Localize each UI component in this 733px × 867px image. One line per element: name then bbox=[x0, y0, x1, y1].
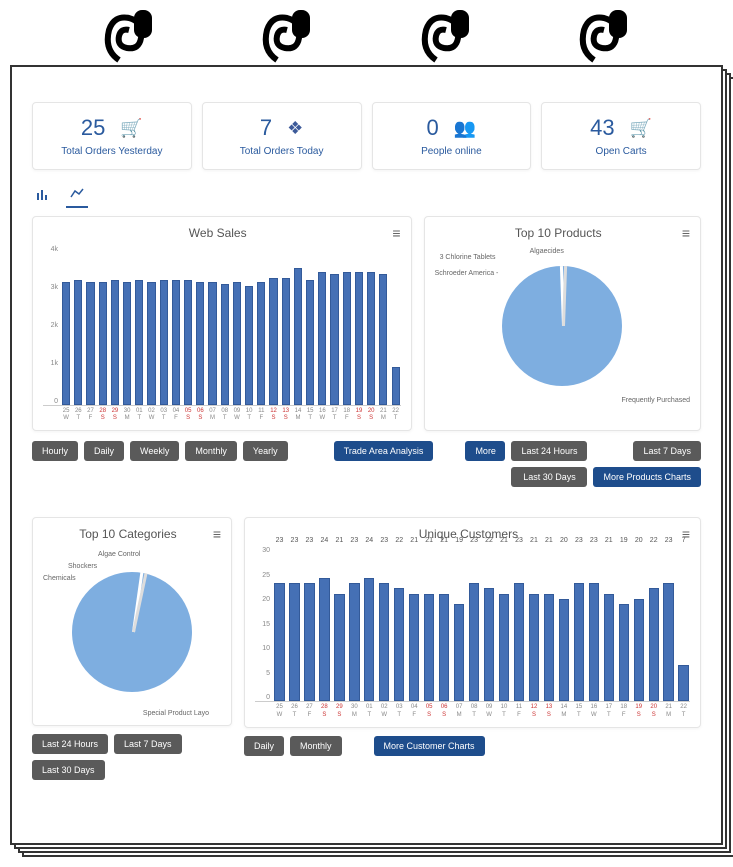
stats-row: 25 🛒 Total Orders Yesterday 7 ❖ Total Orde… bbox=[32, 102, 701, 170]
pie-label: Special Product Layo bbox=[136, 710, 216, 717]
cart-icon: 🛒 bbox=[120, 118, 142, 139]
chart-menu-icon[interactable]: ≡ bbox=[213, 526, 221, 542]
stat-value: 25 bbox=[81, 115, 105, 141]
pie-label: Frequently Purchased bbox=[622, 397, 690, 404]
last-24h-button[interactable]: Last 24 Hours bbox=[511, 441, 587, 461]
stat-value: 0 bbox=[427, 115, 439, 141]
stat-value: 43 bbox=[590, 115, 614, 141]
stat-label: People online bbox=[385, 146, 519, 157]
pie-chart bbox=[72, 572, 192, 692]
pie-label: Schroeder America - bbox=[435, 270, 499, 277]
hourly-button[interactable]: Hourly bbox=[32, 441, 78, 461]
chart-title: Unique Customers bbox=[255, 527, 682, 541]
pie-label: Chemicals bbox=[43, 575, 76, 582]
monthly-button[interactable]: Monthly bbox=[290, 736, 342, 756]
cart-icon: 🛒 bbox=[630, 118, 652, 139]
stat-label: Open Carts bbox=[554, 146, 688, 157]
last-7d-button[interactable]: Last 7 Days bbox=[114, 734, 182, 754]
dashboard-page: 25 🛒 Total Orders Yesterday 7 ❖ Total Orde… bbox=[10, 65, 723, 845]
last-7d-button[interactable]: Last 7 Days bbox=[633, 441, 701, 461]
stat-value: 7 bbox=[260, 115, 272, 141]
chart-menu-icon[interactable]: ≡ bbox=[682, 225, 690, 241]
last-30d-button[interactable]: Last 30 Days bbox=[32, 760, 105, 780]
more-customer-button[interactable]: More Customer Charts bbox=[374, 736, 485, 756]
monthly-button[interactable]: Monthly bbox=[185, 441, 237, 461]
stat-people-online[interactable]: 0 👥 People online bbox=[372, 102, 532, 170]
chart-title: Top 10 Products bbox=[435, 226, 682, 240]
chart-menu-icon[interactable]: ≡ bbox=[392, 225, 400, 241]
pie-label: Shockers bbox=[68, 563, 97, 570]
daily-button[interactable]: Daily bbox=[244, 736, 284, 756]
last-24h-button[interactable]: Last 24 Hours bbox=[32, 734, 108, 754]
stat-label: Total Orders Yesterday bbox=[45, 146, 179, 157]
bar-chart-icon[interactable] bbox=[32, 185, 54, 208]
weekly-button[interactable]: Weekly bbox=[130, 441, 179, 461]
pie-label: Algaecides bbox=[530, 248, 564, 255]
stat-label: Total Orders Today bbox=[215, 146, 349, 157]
trade-area-button[interactable]: Trade Area Analysis bbox=[334, 441, 434, 461]
pie-chart bbox=[502, 266, 622, 386]
daily-button[interactable]: Daily bbox=[84, 441, 124, 461]
yearly-button[interactable]: Yearly bbox=[243, 441, 288, 461]
chart-title: Web Sales bbox=[43, 226, 392, 240]
chart-title: Top 10 Categories bbox=[43, 527, 213, 541]
top-categories-chart: Top 10 Categories≡ Algae Control Shocker… bbox=[32, 517, 232, 726]
more-products-button[interactable]: More Products Charts bbox=[593, 467, 701, 487]
stat-orders-yesterday[interactable]: 25 🛒 Total Orders Yesterday bbox=[32, 102, 192, 170]
last-30d-button[interactable]: Last 30 Days bbox=[511, 467, 587, 487]
cubes-icon: ❖ bbox=[287, 118, 303, 139]
more-button[interactable]: More bbox=[465, 441, 505, 461]
top-products-chart: Top 10 Products≡ 3 Chlorine Tablets Alga… bbox=[424, 216, 701, 431]
line-chart-icon[interactable] bbox=[66, 185, 88, 208]
chart-tabs bbox=[32, 185, 701, 208]
pie-label: Algae Control bbox=[98, 551, 140, 558]
web-sales-chart: Web Sales≡ 4k3k2k1k0 25W26T27F28S29S30M0… bbox=[32, 216, 412, 431]
unique-customers-chart: Unique Customers≡ 3025201510502323232421… bbox=[244, 517, 701, 727]
stat-orders-today[interactable]: 7 ❖ Total Orders Today bbox=[202, 102, 362, 170]
users-icon: 👥 bbox=[454, 118, 476, 139]
pie-label: 3 Chlorine Tablets bbox=[440, 254, 496, 261]
stat-open-carts[interactable]: 43 🛒 Open Carts bbox=[541, 102, 701, 170]
